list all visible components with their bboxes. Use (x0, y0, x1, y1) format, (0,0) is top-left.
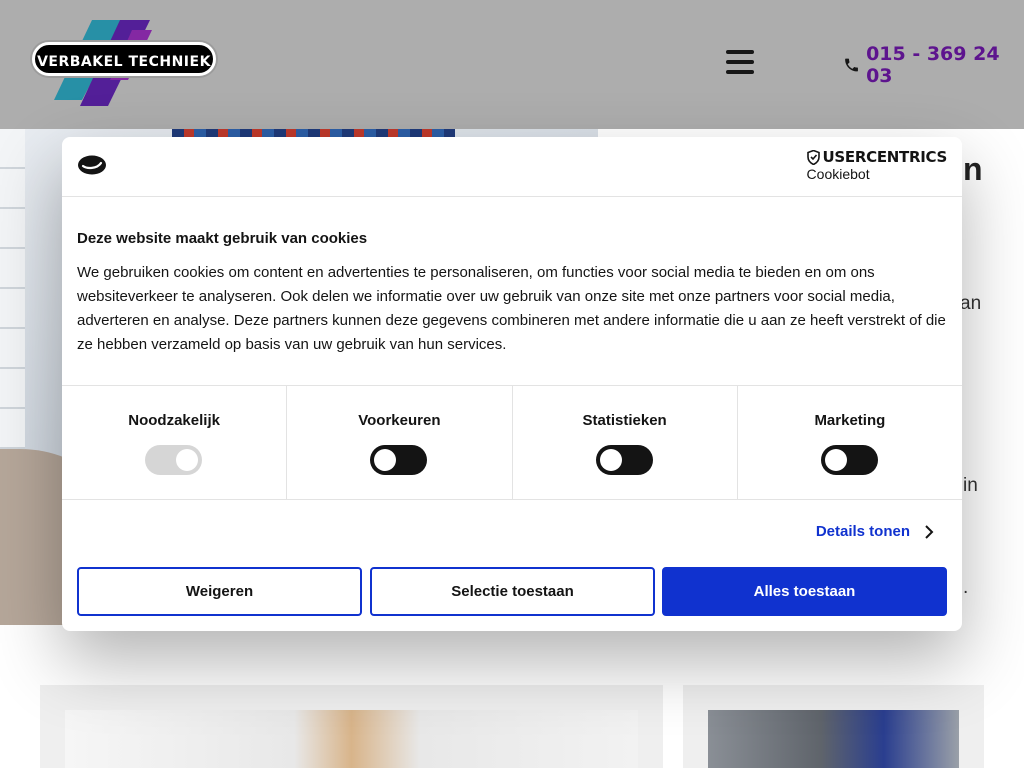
category-marketing: Marketing (738, 386, 962, 499)
dialog-body: Deze website maakt gebruik van cookies W… (77, 230, 947, 357)
usercentrics-shield-icon (806, 150, 820, 165)
cookie-consent-dialog: USERCENTRICS Cookiebot Deze website maak… (62, 137, 962, 631)
brand-name: USERCENTRICS (822, 148, 948, 166)
toggle-necessary (145, 445, 203, 475)
category-label: Noodzakelijk (128, 412, 220, 429)
allow-all-button[interactable]: Alles toestaan (662, 567, 947, 616)
toggle-marketing[interactable] (820, 445, 878, 475)
category-label: Statistieken (582, 412, 667, 429)
category-label: Voorkeuren (358, 412, 441, 429)
category-necessary: Noodzakelijk (62, 386, 288, 499)
category-preferences: Voorkeuren (287, 386, 513, 499)
service-card-image (708, 710, 959, 768)
service-card[interactable] (683, 685, 984, 768)
dialog-header: USERCENTRICS Cookiebot (62, 137, 962, 197)
dialog-description: We gebruiken cookies om content en adver… (77, 264, 946, 353)
allow-selection-button[interactable]: Selectie toestaan (370, 567, 655, 616)
deny-button[interactable]: Weigeren (77, 567, 362, 616)
intro-heading-fragment: n (963, 151, 983, 187)
details-label: Details tonen (815, 523, 910, 540)
consent-categories: Noodzakelijk Voorkeuren Statistieken Mar… (62, 385, 962, 500)
usercentrics-brand[interactable]: USERCENTRICS Cookiebot (806, 148, 948, 183)
chevron-right-icon (925, 524, 934, 539)
dialog-title: Deze website maakt gebruik van cookies (77, 230, 368, 247)
cookie-logo-icon (78, 155, 106, 175)
intro-text-fragment: in (963, 475, 978, 496)
category-statistics: Statistieken (513, 386, 738, 499)
toggle-preferences[interactable] (370, 445, 428, 475)
intro-text-fragment: an (960, 293, 982, 314)
brand-sub: Cookiebot (806, 166, 870, 182)
intro-text-fragment: . (963, 577, 969, 598)
logo-text: VERBAKEL TECHNIEK (32, 42, 216, 76)
category-label: Marketing (814, 412, 886, 429)
details-link[interactable]: Details tonen (816, 523, 934, 540)
toggle-statistics[interactable] (595, 445, 653, 475)
service-card[interactable] (40, 685, 663, 768)
service-card-image (65, 710, 638, 768)
